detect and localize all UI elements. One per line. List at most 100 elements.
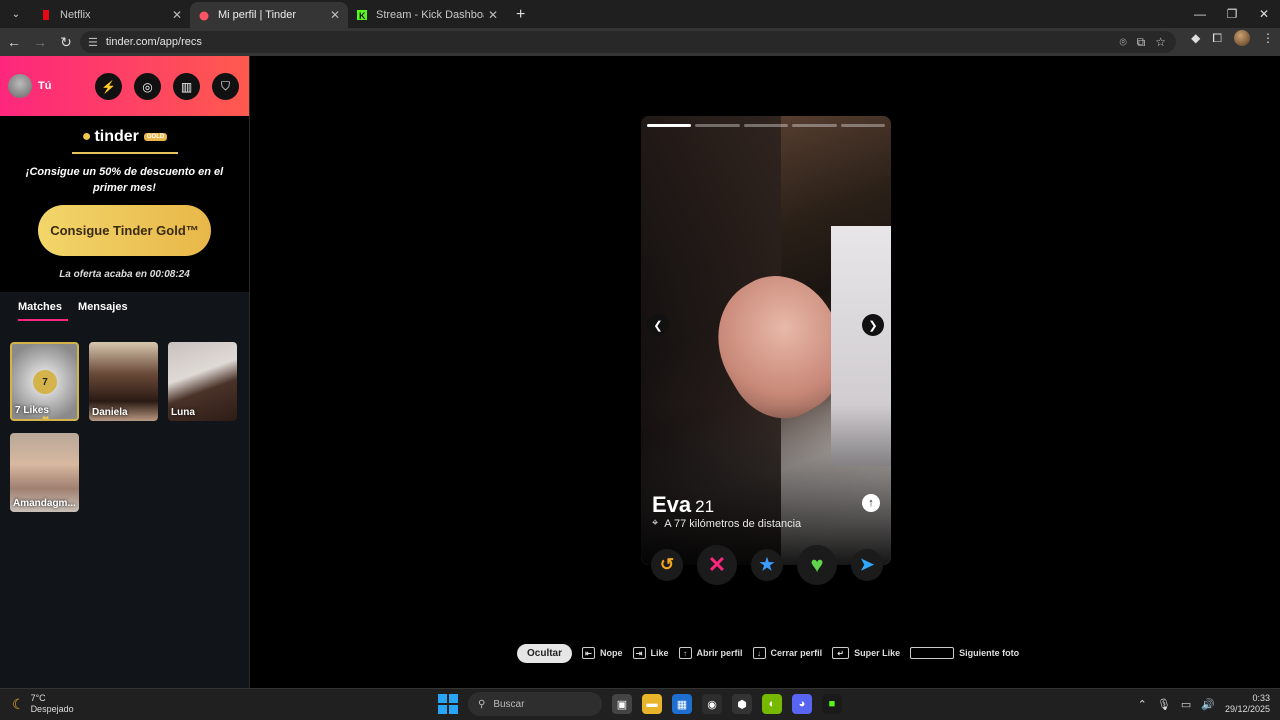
close-tab-icon[interactable]: ✕ [488,8,498,22]
close-tab-icon[interactable]: ✕ [172,8,182,22]
match-name: Daniela [92,407,128,418]
keyboard-shortcuts-bar: Ocultar ⇤ Nope ⇥ Like ↑ Abrir perfil ↓ Cerra… [517,643,1019,663]
action-buttons: ↺ ✕ ★ ♥ ➤ [651,545,883,585]
shortcut-like: ⇥ Like [632,647,669,659]
system-tray: ⌃ 🎙 ▭ 🔊 0:33 29/12/2025 [1138,693,1270,715]
super-like-star-icon[interactable]: ★ [751,549,783,581]
promo-text: ¡Consigue un 50% de descuento en el prim… [25,166,224,194]
photo-indicator-bar[interactable] [743,124,789,127]
card-gradient-overlay [641,405,891,565]
hide-shortcuts-button[interactable]: Ocultar [517,643,573,663]
match-card[interactable]: Daniela [89,342,158,421]
reload-icon[interactable]: ↻ [54,30,78,54]
browser-tab-strip: ⌄ Netflix ✕ Mi perfil | Tinder ✕ K Strea… [0,0,1280,28]
weather-widget[interactable]: ☾ 7°C Despejado [12,693,74,715]
bookmark-star-icon[interactable]: ☆ [1155,35,1166,49]
tab-title: Stream - Kick Dashboard [376,9,484,21]
tab-search-icon[interactable]: ⌄ [4,2,28,26]
restore-icon[interactable]: ❐ [1216,0,1248,28]
matches-grid: 7 7 Likes ♥ Daniela Luna Amandagm... [10,342,242,512]
shortcut-close-profile: ↓ Cerrar perfil [752,647,822,659]
get-gold-button[interactable]: Consigue Tinder Gold™ [38,205,211,256]
url-text: tinder.com/app/recs [105,36,202,48]
chrome-icon[interactable]: ◉ [702,694,722,714]
user-label[interactable]: Tú [38,80,51,92]
up-key-icon: ↑ [678,647,692,659]
photo-indicator-bar[interactable] [840,124,886,127]
tab-messages[interactable]: Mensajes [78,299,128,315]
gift-briefcase-icon[interactable]: ▥ [173,73,200,100]
nope-x-icon[interactable]: ✕ [697,545,737,585]
location-icon[interactable]: ⌾ [1119,35,1126,50]
extension-diamond-icon[interactable]: ◆ [1191,31,1200,45]
tab-tinder[interactable]: Mi perfil | Tinder ✕ [190,2,348,28]
profile-name-line: Eva 21 [652,492,714,518]
likes-card[interactable]: 7 7 Likes ♥ [10,342,79,421]
photo-indicator-bar[interactable] [792,124,837,127]
profile-age: 21 [695,497,715,516]
close-window-icon[interactable]: ✕ [1248,0,1280,28]
forward-arrow-icon[interactable]: → [28,30,52,54]
nvidia-icon[interactable]: ◐ [762,694,782,714]
minimize-icon[interactable]: — [1184,0,1216,28]
profile-distance: A 77 kilómetros de distancia [664,517,802,530]
photo-indicator [647,124,886,127]
tab-title: Mi perfil | Tinder [218,9,297,21]
previous-photo-arrow-icon[interactable]: ❮ [647,314,669,336]
sidebar-header: Tú ⚡ ◎ ▥ ⛉ [0,56,249,116]
volume-icon[interactable]: 🔊 [1201,698,1215,711]
gold-badge: GOLD [143,133,168,141]
next-photo-arrow-icon[interactable]: ❯ [862,314,884,336]
left-key-icon: ⇤ [582,647,596,659]
microphone-icon[interactable]: 🎙 [1157,698,1171,711]
url-bar[interactable]: ☰ tinder.com/app/recs ⌾ ⧉ ☆ [80,31,1176,53]
task-view-icon[interactable]: ▣ [612,694,632,714]
right-key-icon: ⇥ [632,647,646,659]
photo-indicator-bar[interactable] [647,124,692,127]
install-app-icon[interactable]: ⧉ [1137,35,1146,50]
tab-matches[interactable]: Matches [18,299,69,321]
address-toolbar: ← → ↻ ☰ tinder.com/app/recs ⌾ ⧉ ☆ ◆ ⧠ ⋮ [0,28,1280,56]
shortcut-label: Abrir perfil [696,648,743,658]
kick-favicon-icon: K [357,10,367,21]
photo-indicator-bar[interactable] [695,124,740,127]
discord-icon[interactable]: ◕ [792,694,812,714]
shortcut-open-profile: ↑ Abrir perfil [678,647,743,659]
windows-start-icon[interactable] [438,694,458,714]
extensions-puzzle-icon[interactable]: ⧠ [1212,31,1222,46]
kick-app-icon[interactable]: ■ [822,694,842,714]
rewind-icon[interactable]: ↺ [651,549,683,581]
gold-heart-icon: ♥ [42,412,50,421]
site-info-icon[interactable]: ☰ [88,36,98,49]
back-arrow-icon[interactable]: ← [2,30,26,54]
close-tab-icon[interactable]: ✕ [330,8,340,22]
tab-netflix[interactable]: Netflix ✕ [32,2,190,28]
temperature: 7°C [30,693,46,703]
match-card[interactable]: Luna [168,342,237,421]
browser-profile-avatar[interactable] [1234,30,1250,46]
user-avatar[interactable] [8,74,32,98]
likes-count-badge: 7 [33,370,57,394]
tab-kick[interactable]: K Stream - Kick Dashboard ✕ [348,2,506,28]
taskbar-search[interactable]: ⚲ Buscar [468,692,602,716]
search-icon: ⚲ [478,698,486,710]
file-explorer-icon[interactable]: ▬ [642,694,662,714]
tray-overflow-chevron-icon[interactable]: ⌃ [1138,698,1147,711]
profile-name: Eva [652,492,692,517]
new-tab-button[interactable]: + [516,6,525,24]
weather-condition: Despejado [30,704,74,714]
browser-menu-icon[interactable]: ⋮ [1262,31,1274,45]
match-card[interactable]: Amandagm... [10,433,79,512]
clock[interactable]: 0:33 29/12/2025 [1225,693,1270,715]
boost-send-icon[interactable]: ➤ [851,549,883,581]
display-icon[interactable]: ▭ [1181,698,1191,711]
safety-shield-icon[interactable]: ⛉ [212,73,239,100]
store-icon[interactable]: ▦ [672,694,692,714]
like-heart-icon[interactable]: ♥ [797,545,837,585]
open-profile-arrow-icon[interactable]: ↑ [862,494,880,512]
profile-card[interactable]: ❮ ❯ Eva 21 ⌖ A 77 kilómetros de distancia… [641,116,891,565]
explore-compass-icon[interactable]: ◎ [134,73,161,100]
boost-bolt-icon[interactable]: ⚡ [95,73,122,100]
match-name: Amandagm... [13,498,76,509]
app-cube-icon[interactable]: ⬢ [732,694,752,714]
